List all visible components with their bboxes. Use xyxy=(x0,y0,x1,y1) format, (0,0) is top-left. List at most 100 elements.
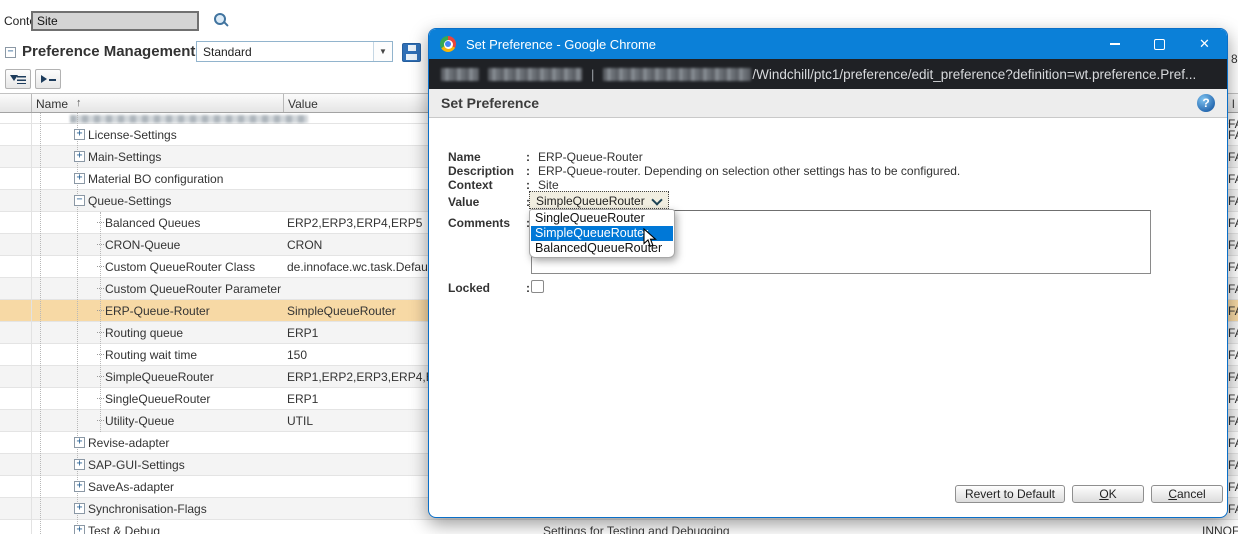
row-name: License-Settings xyxy=(88,128,177,142)
page-title: Preference Management xyxy=(22,43,195,60)
row-name: SingleQueueRouter xyxy=(105,392,210,406)
tree-connector xyxy=(97,310,104,311)
colon: : xyxy=(526,164,530,178)
clipped-text-fragment: FA xyxy=(1228,304,1238,318)
row-name: SaveAs-adapter xyxy=(88,480,174,494)
help-icon[interactable]: ? xyxy=(1197,94,1215,112)
screen: Context Site − Preference Management Sta… xyxy=(0,0,1238,534)
clipped-text-fragment: INNOFA xyxy=(1202,524,1238,534)
row-name: Test & Debug xyxy=(88,524,160,534)
locked-label: Locked xyxy=(448,281,490,295)
context-value: Site xyxy=(538,178,559,192)
section-collapse-icon[interactable]: − xyxy=(5,47,16,58)
column-divider xyxy=(283,94,284,112)
mouse-cursor xyxy=(643,228,657,253)
row-name: Routing wait time xyxy=(105,348,197,362)
row-name: Utility-Queue xyxy=(105,414,174,428)
expand-node-icon[interactable]: + xyxy=(74,525,85,534)
dialog-header: Set Preference ? xyxy=(429,89,1227,118)
minimize-button[interactable] xyxy=(1092,29,1137,59)
expand-node-icon[interactable]: + xyxy=(74,129,85,140)
expand-node-icon[interactable]: + xyxy=(74,503,85,514)
expand-node-icon[interactable]: + xyxy=(74,437,85,448)
clipped-text-fragment: FA xyxy=(1228,282,1238,296)
colon: : xyxy=(526,150,530,164)
revert-to-default-button[interactable]: Revert to Default xyxy=(955,485,1065,503)
column-divider xyxy=(31,94,32,112)
clipped-text-fragment: FA xyxy=(1228,458,1238,472)
clipped-text-fragment: FA xyxy=(1228,260,1238,274)
sort-asc-icon: ↑ xyxy=(76,97,82,109)
expand-node-icon[interactable]: + xyxy=(74,481,85,492)
column-header-value[interactable]: Value xyxy=(288,97,318,111)
redacted-text xyxy=(441,68,479,81)
clipped-text-fragment: FA xyxy=(1228,194,1238,208)
tree-connector xyxy=(97,222,104,223)
row-value: 150 xyxy=(287,348,307,362)
value-select[interactable]: SimpleQueueRouter xyxy=(529,191,669,209)
address-bar[interactable]: | /Windchill/ptc1/preference/edit_prefer… xyxy=(429,59,1227,89)
view-select-value: Standard xyxy=(203,45,252,59)
dialog-titlebar[interactable]: Set Preference - Google Chrome ✕ xyxy=(429,29,1227,59)
tree-connector xyxy=(97,420,104,421)
close-button[interactable]: ✕ xyxy=(1182,29,1227,59)
row-name: Main-Settings xyxy=(88,150,161,164)
chevron-down-icon[interactable]: ▼ xyxy=(373,42,392,61)
redacted-text xyxy=(488,68,582,81)
tree-connector xyxy=(97,376,104,377)
row-name: Custom QueueRouter Parameter xyxy=(105,282,281,296)
tree-connector xyxy=(97,266,104,267)
dropdown-option[interactable]: SingleQueueRouter xyxy=(531,211,673,226)
tree-connector xyxy=(97,398,104,399)
row-name: SimpleQueueRouter xyxy=(105,370,214,384)
colon: : xyxy=(526,281,530,295)
search-icon[interactable] xyxy=(212,12,229,29)
tree-connector xyxy=(97,244,104,245)
clipped-text-fragment: FA xyxy=(1228,436,1238,450)
description-label: Description xyxy=(448,164,514,178)
colon: : xyxy=(526,178,530,192)
clipped-text-fragment: FA xyxy=(1228,502,1238,516)
row-value: ERP1 xyxy=(287,326,318,340)
context-label: Context xyxy=(448,178,493,192)
chevron-down-icon xyxy=(651,194,662,205)
collapse-node-icon[interactable]: − xyxy=(74,195,85,206)
clipped-text-fragment: FA xyxy=(1228,326,1238,340)
row-value: UTIL xyxy=(287,414,313,428)
row-value: ERP1,ERP2,ERP3,ERP4,E xyxy=(287,370,434,384)
tree-connector xyxy=(97,332,104,333)
locked-checkbox[interactable] xyxy=(531,280,544,293)
row-value: ERP2,ERP3,ERP4,ERP5 xyxy=(287,216,422,230)
chrome-icon xyxy=(440,36,456,52)
url-text: /Windchill/ptc1/preference/edit_preferen… xyxy=(752,67,1196,82)
row-value: CRON xyxy=(287,238,322,252)
table-row[interactable]: +Test & DebugSettings for Testing and De… xyxy=(0,520,1238,534)
filter-view-icon[interactable] xyxy=(5,69,31,89)
maximize-button[interactable] xyxy=(1137,29,1182,59)
row-name: Routing queue xyxy=(105,326,183,340)
row-value: SimpleQueueRouter xyxy=(287,304,396,318)
row-name: Custom QueueRouter Class xyxy=(105,260,255,274)
description-value: ERP-Queue-router. Depending on selection… xyxy=(538,164,960,178)
tree-connector xyxy=(97,354,104,355)
ok-button[interactable]: OK xyxy=(1072,485,1144,503)
expand-node-icon[interactable]: + xyxy=(74,459,85,470)
clipped-text-fragment: FA xyxy=(1228,392,1238,406)
clipped-text-fragment: FA xyxy=(1228,150,1238,164)
value-select-selected: SimpleQueueRouter xyxy=(536,194,645,208)
clipped-text-fragment: FA xyxy=(1228,348,1238,362)
context-input[interactable]: Site xyxy=(31,11,199,31)
row-name: Revise-adapter xyxy=(88,436,169,450)
expand-node-icon[interactable]: + xyxy=(74,173,85,184)
name-value: ERP-Queue-Router xyxy=(538,150,643,164)
collapse-all-icon[interactable] xyxy=(35,69,61,89)
save-icon[interactable] xyxy=(402,43,421,62)
expand-node-icon[interactable]: + xyxy=(74,151,85,162)
column-header-name[interactable]: Name xyxy=(36,97,68,111)
window-title: Set Preference - Google Chrome xyxy=(466,37,656,52)
dialog-title: Set Preference xyxy=(441,95,539,111)
view-select[interactable]: Standard ▼ xyxy=(196,41,393,62)
clipped-text-fragment: FA xyxy=(1228,480,1238,494)
cancel-button[interactable]: Cancel xyxy=(1151,485,1223,503)
clipped-text-fragment: FA xyxy=(1228,172,1238,186)
